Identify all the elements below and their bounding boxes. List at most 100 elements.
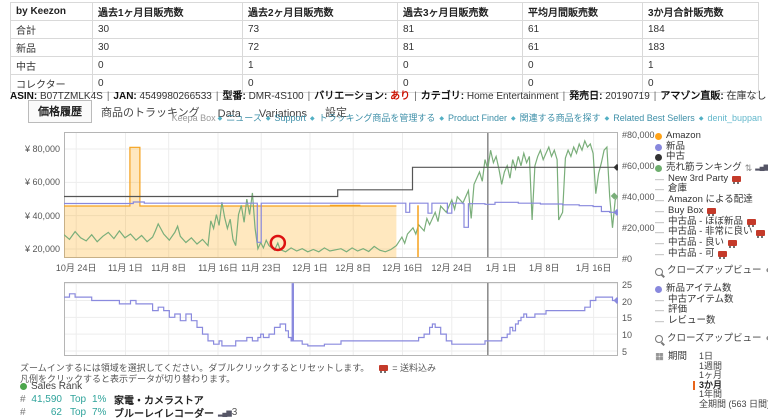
sales-rank-dot-icon xyxy=(20,383,27,390)
diamond-separator-icon: ◆ xyxy=(439,116,444,122)
col-header: 過去2ヶ月目販売数 xyxy=(243,3,398,21)
legend-dot-icon xyxy=(655,144,662,151)
x-axis-label: 1月 16日 xyxy=(562,261,626,274)
top-label: Top xyxy=(70,407,92,418)
diamond-separator-icon: ◆ xyxy=(511,116,516,122)
product-field-value: 20190719 xyxy=(605,91,650,102)
price-axis-label: ¥ 80,000 xyxy=(8,144,60,154)
account-link[interactable]: denit_buppan xyxy=(707,113,762,123)
period-option[interactable]: 全期間 (563 日間) xyxy=(693,400,768,410)
legend-dash-icon: — xyxy=(655,195,664,206)
period-label: 期間 xyxy=(668,351,687,362)
keepa-link[interactable]: 関連する商品を探す xyxy=(520,113,601,123)
subrank-count: 3 xyxy=(232,407,238,418)
period-options: 1日1週間1ヶ月3か月1年間全期間 (563 日間) xyxy=(693,352,768,409)
product-field-label: カテゴリ: xyxy=(421,91,467,102)
legend-item[interactable]: —レビュー数 xyxy=(655,316,768,327)
legend-dash-icon: — xyxy=(655,217,664,228)
legend-dash-icon: — xyxy=(655,238,664,249)
cell: 73 xyxy=(243,21,398,39)
keepa-link[interactable]: Related Best Sellers xyxy=(613,113,695,123)
tab-price-history[interactable]: 価格履歴 xyxy=(28,100,92,123)
legend-dash-icon: — xyxy=(655,206,664,217)
legend-dash-icon: — xyxy=(655,184,664,195)
col-header: by Keezon xyxy=(11,3,93,21)
product-field-label: アマゾン直販: xyxy=(660,91,726,102)
legend-label: Buy Box xyxy=(668,206,703,217)
subrank-chart-icon: ▂▄▆ xyxy=(218,409,231,417)
cell: 0 xyxy=(398,57,523,75)
close-up-view-label: クローズアップビュー xyxy=(667,334,762,345)
keepa-link[interactable]: Support xyxy=(274,113,306,123)
row-label: 合計 xyxy=(11,21,93,39)
legend-label: レビュー数 xyxy=(668,316,716,327)
keepa-box-label: Keepa Box xyxy=(172,113,216,123)
truck-icon xyxy=(379,365,388,371)
legend-item[interactable]: — 中古品 - 良い xyxy=(655,238,768,249)
legend-item[interactable]: — Buy Box xyxy=(655,206,768,217)
count-axis-label: 25 xyxy=(622,280,632,290)
legend-dot-icon xyxy=(655,286,662,293)
count-axis-label: 5 xyxy=(622,347,627,357)
legend-dash-icon: — xyxy=(655,249,664,260)
series-line-Amazon xyxy=(64,147,396,206)
keepa-link[interactable]: Product Finder xyxy=(448,113,507,123)
count-axis-label: 15 xyxy=(622,313,632,323)
product-field-value: Home Entertainment xyxy=(467,91,559,102)
sales-summary-table: by Keezon 過去1ヶ月目販売数 過去2ヶ月目販売数 過去3ヶ月目販売数 … xyxy=(10,2,759,93)
cell: 184 xyxy=(643,21,759,39)
legend-dash-icon: — xyxy=(655,174,664,185)
cell: 0 xyxy=(523,57,643,75)
keepa-links-bar: Keepa Box◆ニュース◆Support◆トラッキング商品を管理する◆Pro… xyxy=(172,111,764,124)
item-count-chart-svg xyxy=(64,282,618,356)
keepa-price-tracker-page: { "sales_table": { "headers": ["by Keezo… xyxy=(0,0,768,416)
legend-dash-icon: — xyxy=(655,227,664,238)
price-history-chart[interactable] xyxy=(64,132,618,258)
table-row: 中古 0 1 0 0 1 xyxy=(11,57,759,75)
diamond-separator-icon: ◆ xyxy=(266,116,271,122)
col-header: 3か月合計販売数 xyxy=(643,3,759,21)
sales-rank-row: # 62 Top 7% ブルーレイレコーダー ▂▄▆ 3 xyxy=(20,407,237,418)
separator: | xyxy=(654,91,657,102)
separator: | xyxy=(414,91,417,102)
sales-rank-label: Sales Rank xyxy=(31,381,82,392)
rank-axis-label: #60,000 xyxy=(622,161,655,171)
legend-item[interactable]: —中古品 - 可 xyxy=(655,249,768,260)
diamond-separator-icon: ◆ xyxy=(218,116,223,122)
price-axis-label: ¥ 40,000 xyxy=(8,211,60,221)
cell: 81 xyxy=(398,21,523,39)
period-label-wrap: ▦ 期間 xyxy=(655,352,687,409)
rank-axis-label: #40,000 xyxy=(622,192,655,202)
rank-value: 41,590 xyxy=(28,394,62,405)
col-header: 過去1ヶ月目販売数 xyxy=(93,3,243,21)
item-count-chart[interactable] xyxy=(64,282,618,356)
close-up-view-toggle[interactable]: クローズアップビュー◐ xyxy=(655,334,768,345)
sales-rank-row: # 41,590 Top 1% 家電・カメラストア xyxy=(20,394,237,405)
shipping-included-truck-icon xyxy=(728,240,737,246)
legend-label: 中古品 - 良い xyxy=(668,238,724,249)
shipping-included-truck-icon xyxy=(707,208,716,214)
product-field-value: あり xyxy=(390,91,410,102)
sales-rank-block: Sales Rank # 41,590 Top 1% 家電・カメラストア # 6… xyxy=(20,381,237,418)
cell: 61 xyxy=(523,39,643,57)
rank-axis-label: #80,000 xyxy=(622,130,655,140)
col-header: 過去3ヶ月目販売数 xyxy=(398,3,523,21)
series-line-新品アイテム数 xyxy=(64,284,618,346)
shipping-included-truck-icon xyxy=(718,251,727,257)
keepa-link[interactable]: トラッキング商品を管理する xyxy=(319,113,436,123)
top-percent: 7% xyxy=(92,407,114,418)
keepa-link[interactable]: ニュース xyxy=(226,113,262,123)
cell: 81 xyxy=(398,39,523,57)
end-marker-diamond xyxy=(614,297,619,304)
shipping-included-truck-icon xyxy=(732,176,741,182)
end-marker-diamond xyxy=(614,164,619,171)
sales-rank-title[interactable]: Sales Rank xyxy=(20,381,237,392)
legend-dash-icon: — xyxy=(655,295,664,306)
diamond-separator-icon: ◆ xyxy=(605,116,610,122)
close-up-view-toggle[interactable]: クローズアップビュー◐ xyxy=(655,266,768,277)
price-axis-label: ¥ 20,000 xyxy=(8,244,60,254)
diamond-separator-icon: ◆ xyxy=(310,116,315,122)
shipping-included-truck-icon xyxy=(756,230,765,236)
calendar-icon: ▦ xyxy=(655,351,664,362)
magnifier-icon xyxy=(655,335,663,343)
